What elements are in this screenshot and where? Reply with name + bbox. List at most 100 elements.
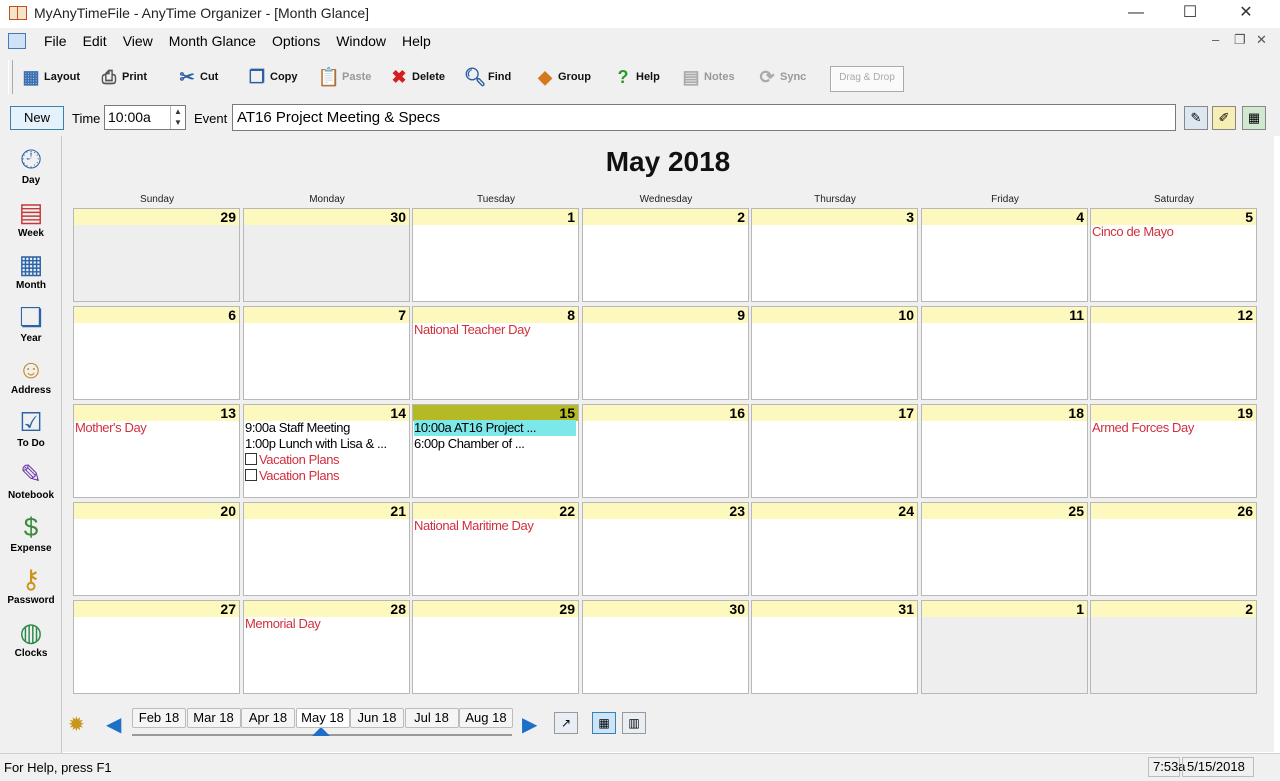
calendar-day-cell[interactable]: 9 [582, 306, 749, 400]
day-header-strip[interactable]: 2 [1091, 601, 1256, 617]
day-header-strip[interactable]: 9 [583, 307, 748, 323]
minimize-button[interactable]: — [1108, 0, 1164, 26]
layout-button[interactable]: ▦ Layout [20, 62, 80, 92]
todo-event[interactable]: Vacation Plans [245, 452, 407, 468]
note-pencil-icon[interactable]: ✐ [1212, 106, 1236, 130]
calendar-day-cell[interactable]: 26 [1090, 502, 1257, 596]
day-header-strip[interactable]: 2 [583, 209, 748, 225]
day-header-strip[interactable]: 6 [74, 307, 239, 323]
toolbar-grip[interactable] [8, 60, 13, 94]
month-tab[interactable]: May 18 [295, 708, 350, 728]
event-text-input[interactable] [232, 104, 1176, 131]
sidebar-item-password[interactable]: ⚷ Password [4, 562, 58, 614]
sidebar-item-address[interactable]: ☺ Address [4, 352, 58, 404]
menu-options[interactable]: Options [264, 32, 328, 50]
menu-window[interactable]: Window [328, 32, 394, 50]
mdi-minimize-button[interactable]: – [1212, 32, 1219, 47]
calendar-day-cell[interactable]: 25 [921, 502, 1088, 596]
help-button[interactable]: ? Help [612, 62, 660, 92]
group-button[interactable]: ◆ Group [534, 62, 591, 92]
calendar-day-cell[interactable]: 24 [751, 502, 918, 596]
day-header-strip[interactable]: 12 [1091, 307, 1256, 323]
notes-button[interactable]: ▤ Notes [680, 62, 734, 92]
calendar-day-cell[interactable]: 27 [73, 600, 240, 694]
calendar-day-cell[interactable]: 29 [412, 600, 579, 694]
cut-button[interactable]: ✂ Cut [176, 62, 218, 92]
month-tab[interactable]: Aug 18 [459, 708, 513, 728]
sidebar-item-clocks[interactable]: ◍ Clocks [4, 615, 58, 667]
menu-help[interactable]: Help [394, 32, 439, 50]
month-grid-view-icon[interactable]: ▦ [592, 712, 616, 734]
previous-month-arrow-icon[interactable]: ◀ [106, 712, 121, 737]
todo-checkbox[interactable] [245, 469, 257, 481]
calendar-day-cell[interactable]: 12 [1090, 306, 1257, 400]
appointment-event[interactable]: 10:00a AT16 Project ... [414, 420, 576, 436]
menu-month-glance[interactable]: Month Glance [161, 32, 264, 50]
calendar-day-cell[interactable]: 29 [73, 208, 240, 302]
calendar-day-cell[interactable]: 22 National Maritime Day [412, 502, 579, 596]
calendar-day-cell[interactable]: 23 [582, 502, 749, 596]
mdi-close-button[interactable]: ✕ [1256, 32, 1267, 48]
appointment-event[interactable]: 6:00p Chamber of ... [414, 436, 576, 452]
day-header-strip[interactable]: 29 [413, 601, 578, 617]
sidebar-item-day[interactable]: 🕘︎ Day [4, 142, 58, 194]
day-header-strip[interactable]: 20 [74, 503, 239, 519]
sidebar-item-year[interactable]: ❏ Year [4, 300, 58, 352]
day-header-strip[interactable]: 18 [922, 405, 1087, 421]
appointment-event[interactable]: 1:00p Lunch with Lisa & ... [245, 436, 407, 452]
day-header-strip[interactable]: 23 [583, 503, 748, 519]
calendar-day-cell[interactable]: 14 9:00a Staff Meeting 1:00p Lunch with Li… [243, 404, 410, 498]
day-header-strip[interactable]: 3 [752, 209, 917, 225]
day-header-strip[interactable]: 27 [74, 601, 239, 617]
day-header-strip[interactable]: 26 [1091, 503, 1256, 519]
day-header-strip[interactable]: 1 [413, 209, 578, 225]
day-header-strip[interactable]: 21 [244, 503, 409, 519]
day-header-strip[interactable]: 30 [583, 601, 748, 617]
day-header-strip[interactable]: 11 [922, 307, 1087, 323]
calendar-day-cell[interactable]: 17 [751, 404, 918, 498]
day-header-strip[interactable]: 29 [74, 209, 239, 225]
drag-drop-target[interactable]: Drag & Drop [830, 66, 904, 92]
print-button[interactable]: ⎙ Print [98, 62, 147, 92]
day-header-strip[interactable]: 10 [752, 307, 917, 323]
maximize-button[interactable]: ☐ [1162, 0, 1218, 26]
day-header-strip[interactable]: 22 [413, 503, 578, 519]
day-header-strip[interactable]: 31 [752, 601, 917, 617]
holiday-event[interactable]: National Maritime Day [414, 518, 576, 534]
edit-event-icon[interactable]: ✎ [1184, 106, 1208, 130]
menu-view[interactable]: View [115, 32, 161, 50]
go-to-date-icon[interactable]: ↗ [554, 712, 578, 734]
calendar-day-cell[interactable]: 1 [412, 208, 579, 302]
find-button[interactable]: 🔍︎ Find [464, 62, 512, 92]
gear-icon[interactable]: ✹ [68, 712, 85, 737]
document-icon[interactable] [8, 33, 26, 49]
calendar-day-cell[interactable]: 5 Cinco de Mayo [1090, 208, 1257, 302]
day-header-strip[interactable]: 13 [74, 405, 239, 421]
holiday-event[interactable]: Cinco de Mayo [1092, 224, 1254, 240]
month-chart-view-icon[interactable]: ▥ [622, 712, 646, 734]
paste-button[interactable]: 📋 Paste [318, 62, 372, 92]
holiday-event[interactable]: National Teacher Day [414, 322, 576, 338]
day-header-strip[interactable]: 7 [244, 307, 409, 323]
day-header-strip[interactable]: 30 [244, 209, 409, 225]
calendar-day-cell[interactable]: 2 [1090, 600, 1257, 694]
calendar-day-cell[interactable]: 11 [921, 306, 1088, 400]
day-header-strip[interactable]: 28 [244, 601, 409, 617]
calendar-day-cell[interactable]: 4 [921, 208, 1088, 302]
calendar-day-cell[interactable]: 6 [73, 306, 240, 400]
calendar-day-cell[interactable]: 18 [921, 404, 1088, 498]
time-spinner[interactable]: 10:00a ▲ ▼ [104, 105, 186, 130]
sidebar-item-expense[interactable]: $ Expense [4, 510, 58, 562]
calendar-day-cell[interactable]: 16 [582, 404, 749, 498]
spin-arrows-icon[interactable]: ▲ ▼ [170, 106, 185, 129]
mdi-restore-button[interactable]: ❐ [1234, 32, 1246, 48]
calendar-day-cell[interactable]: 30 [582, 600, 749, 694]
calendar-day-cell[interactable]: 3 [751, 208, 918, 302]
calendar-day-cell[interactable]: 19 Armed Forces Day [1090, 404, 1257, 498]
sidebar-item-notebook[interactable]: ✎ Notebook [4, 457, 58, 509]
day-header-strip[interactable]: 16 [583, 405, 748, 421]
copy-button[interactable]: ❐ Copy [246, 62, 298, 92]
holiday-event[interactable]: Memorial Day [245, 616, 407, 632]
month-tab[interactable]: Jul 18 [404, 708, 459, 728]
calendar-day-cell[interactable]: 10 [751, 306, 918, 400]
